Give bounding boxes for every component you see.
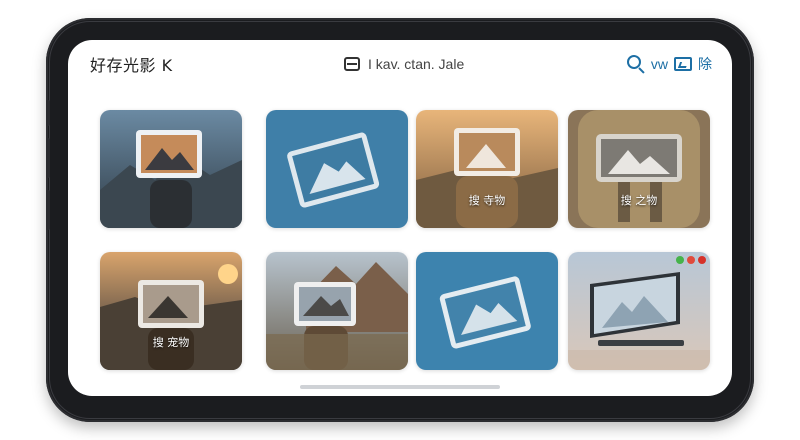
photo-thumbnail <box>416 252 558 370</box>
photo-thumbnail <box>416 110 558 228</box>
volume-button <box>46 190 50 230</box>
photo-card[interactable]: 搜 之物 <box>568 110 710 228</box>
card-caption: 搜 寺物 <box>468 194 506 207</box>
header-right-label[interactable]: vw <box>651 56 668 72</box>
photo-card[interactable] <box>100 110 242 228</box>
volume-button <box>46 100 50 126</box>
header-center[interactable]: I kav. ctan. Jale <box>344 56 464 72</box>
menu-icon[interactable] <box>344 57 360 71</box>
photo-card[interactable] <box>266 252 408 370</box>
photo-thumbnail <box>100 252 242 370</box>
photo-thumbnail <box>568 252 710 370</box>
header-center-label: I kav. ctan. Jale <box>368 56 465 72</box>
photo-thumbnail <box>266 110 408 228</box>
home-indicator[interactable] <box>300 385 500 389</box>
green-dot-icon <box>676 256 684 264</box>
window-controls <box>676 256 706 264</box>
card-caption: 搜 宠物 <box>152 336 190 349</box>
stage: 好存光影 K I kav. ctan. Jale vw 除 搜 寺物 搜 之物 … <box>0 0 800 440</box>
red-dot-icon <box>687 256 695 264</box>
app-header: 好存光影 K I kav. ctan. Jale vw 除 <box>68 40 732 92</box>
red-dot-icon <box>698 256 706 264</box>
photo-card[interactable]: 搜 寺物 <box>416 110 558 228</box>
volume-button <box>46 138 50 178</box>
export-icon[interactable] <box>674 57 692 71</box>
photo-card[interactable] <box>266 110 408 228</box>
photo-thumbnail <box>568 110 710 228</box>
photo-thumbnail <box>100 110 242 228</box>
card-caption: 搜 之物 <box>620 194 658 207</box>
photo-card[interactable] <box>568 252 710 370</box>
delete-label[interactable]: 除 <box>698 54 712 74</box>
screen: 好存光影 K I kav. ctan. Jale vw 除 搜 寺物 搜 之物 … <box>68 40 732 396</box>
app-title: 好存光影 K <box>90 56 173 75</box>
photo-card[interactable] <box>416 252 558 370</box>
search-icon[interactable] <box>626 55 645 74</box>
header-actions: vw 除 <box>626 54 712 74</box>
photo-card[interactable]: 搜 宠物 <box>100 252 242 370</box>
photo-thumbnail <box>266 252 408 370</box>
